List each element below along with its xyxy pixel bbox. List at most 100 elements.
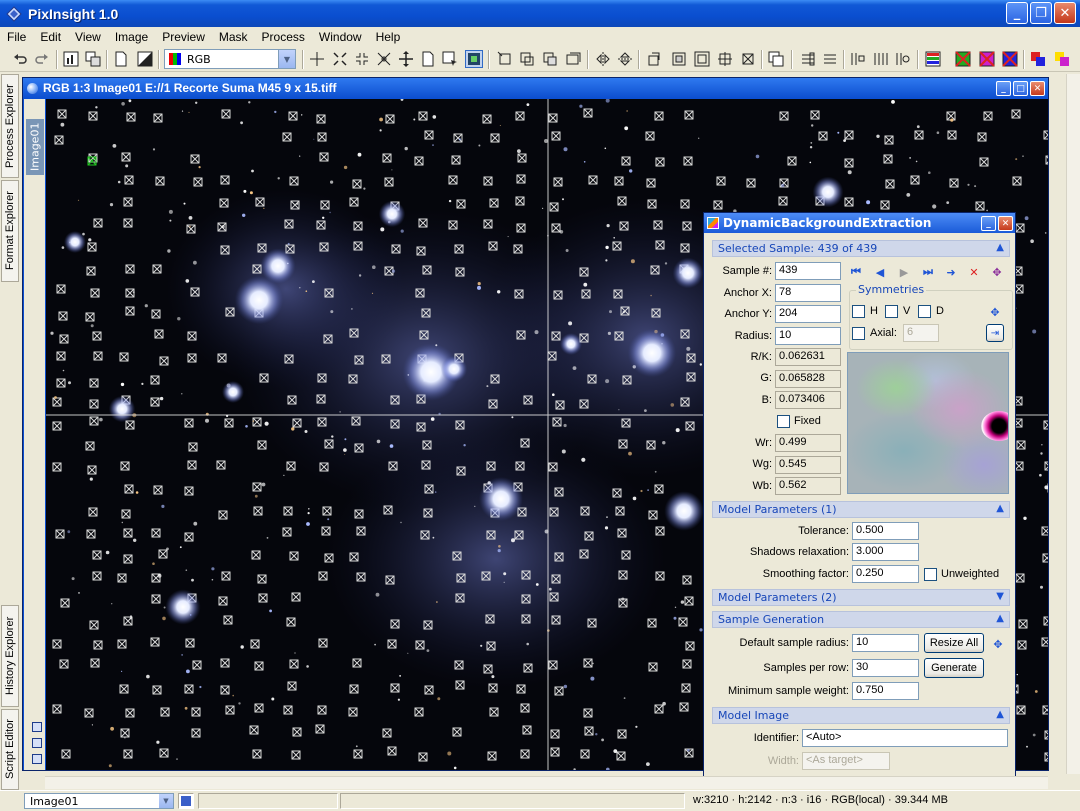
- first-sample-icon[interactable]: ⏮: [849, 265, 863, 279]
- radius-field[interactable]: 10: [775, 327, 841, 345]
- mirror-vertical-icon[interactable]: [617, 51, 633, 67]
- color-tool-4-icon[interactable]: [1030, 51, 1046, 67]
- sym-v-checkbox[interactable]: [885, 305, 898, 318]
- mask-visibility-icon[interactable]: [32, 722, 42, 732]
- resize-samples-icon[interactable]: ✥: [991, 637, 1005, 651]
- default-sample-radius-field[interactable]: 10: [852, 634, 919, 652]
- resize-all-button[interactable]: Resize All: [924, 633, 984, 653]
- color-tool-2-icon[interactable]: [979, 51, 995, 67]
- generate-button[interactable]: Generate: [924, 658, 984, 678]
- color-tool-3-icon[interactable]: [1002, 51, 1018, 67]
- geometry-tool-3-icon[interactable]: [542, 51, 558, 67]
- menu-process[interactable]: Process: [255, 30, 312, 44]
- duplicate-icon[interactable]: [768, 51, 784, 67]
- menu-window[interactable]: Window: [312, 30, 369, 44]
- menu-help[interactable]: Help: [369, 30, 408, 44]
- maximize-button[interactable]: ❐: [1030, 2, 1052, 24]
- smoothing-factor-field[interactable]: 0.250: [852, 565, 919, 583]
- select-icon[interactable]: [442, 51, 458, 67]
- anchor-y-field[interactable]: 204: [775, 305, 841, 323]
- sym-d-checkbox[interactable]: [918, 305, 931, 318]
- geometry-tool-1-icon[interactable]: [497, 51, 513, 67]
- redo-icon[interactable]: [34, 51, 50, 67]
- pan-icon[interactable]: [398, 51, 414, 67]
- tab-image01[interactable]: Image01: [26, 119, 44, 175]
- section-sample-generation[interactable]: Sample Generation ▲: [712, 611, 1010, 628]
- new-preview-icon[interactable]: [420, 51, 436, 67]
- channel-extract-icon[interactable]: [800, 51, 816, 67]
- axial-checkbox[interactable]: [852, 327, 865, 340]
- zoom-in-icon[interactable]: [354, 51, 370, 67]
- tab-script-editor[interactable]: Script Editor: [1, 709, 19, 790]
- crosshair-icon[interactable]: [309, 51, 325, 67]
- dbe-close-button[interactable]: ✕: [998, 216, 1013, 231]
- vertical-scrollbar[interactable]: [1066, 74, 1080, 774]
- menu-preview[interactable]: Preview: [155, 30, 212, 44]
- menu-view[interactable]: View: [68, 30, 108, 44]
- color-tool-5-icon[interactable]: [1054, 51, 1070, 67]
- minimize-button[interactable]: _: [1006, 2, 1028, 24]
- section-selected-sample[interactable]: Selected Sample: 439 of 439 ▲: [712, 240, 1010, 257]
- previous-sample-icon[interactable]: ◀: [873, 265, 887, 279]
- menu-image[interactable]: Image: [108, 30, 155, 44]
- transform-icon[interactable]: [740, 51, 756, 67]
- zoom-out-icon[interactable]: [376, 51, 392, 67]
- axial-spinbox[interactable]: 6: [903, 324, 939, 342]
- rgb-channel-3-icon[interactable]: [895, 51, 911, 67]
- undo-icon[interactable]: [12, 51, 28, 67]
- tab-process-explorer[interactable]: Process Explorer: [1, 74, 19, 178]
- preview-list-icon[interactable]: [32, 738, 42, 748]
- view-selector[interactable]: Image01 ▼: [24, 793, 174, 809]
- last-sample-icon[interactable]: ⏭: [921, 265, 935, 279]
- tolerance-field[interactable]: 0.500: [852, 522, 919, 540]
- view-options-icon[interactable]: [32, 754, 42, 764]
- statistics-icon[interactable]: [63, 51, 79, 67]
- anchor-x-field[interactable]: 78: [775, 284, 841, 302]
- section-model-image[interactable]: Model Image ▲: [712, 707, 1010, 724]
- image-minimize-button[interactable]: _: [996, 81, 1011, 96]
- rgb-channel-2-icon[interactable]: [873, 51, 889, 67]
- color-tool-1-icon[interactable]: [955, 51, 971, 67]
- sym-h-checkbox[interactable]: [852, 305, 865, 318]
- dbe-minimize-button[interactable]: _: [981, 216, 996, 231]
- symmetry-apply-button[interactable]: ⇥: [986, 324, 1004, 342]
- symmetry-center-icon[interactable]: ✥: [988, 305, 1002, 319]
- menu-edit[interactable]: Edit: [33, 30, 68, 44]
- close-button[interactable]: ✕: [1054, 2, 1076, 24]
- rotate-icon[interactable]: [646, 51, 662, 67]
- new-document-icon[interactable]: [113, 51, 129, 67]
- mirror-horizontal-icon[interactable]: [595, 51, 611, 67]
- section-model-parameters-1[interactable]: Model Parameters (1) ▲: [712, 501, 1010, 518]
- histogram-icon[interactable]: [925, 51, 941, 67]
- minimum-sample-weight-field[interactable]: 0.750: [852, 682, 919, 700]
- section-model-parameters-2[interactable]: Model Parameters (2) ▼: [712, 589, 1010, 606]
- tab-format-explorer[interactable]: Format Explorer: [1, 180, 19, 282]
- rgb-channel-1-icon[interactable]: [850, 51, 866, 67]
- menu-file[interactable]: File: [0, 30, 33, 44]
- delete-sample-icon[interactable]: ✕: [967, 265, 981, 279]
- crop-icon[interactable]: [671, 51, 687, 67]
- sample-no-field[interactable]: 439: [775, 262, 841, 280]
- samples-per-row-field[interactable]: 30: [852, 659, 919, 677]
- locate-sample-icon[interactable]: ✥: [990, 265, 1004, 279]
- shadows-relaxation-field[interactable]: 3.000: [852, 543, 919, 561]
- fixed-checkbox[interactable]: [777, 415, 790, 428]
- image-maximize-button[interactable]: □: [1013, 81, 1028, 96]
- geometry-tool-4-icon[interactable]: [565, 51, 581, 67]
- mask-icon[interactable]: [465, 50, 483, 68]
- horizontal-scrollbar[interactable]: [45, 776, 1048, 789]
- resample-icon[interactable]: [694, 51, 710, 67]
- channel-combine-icon[interactable]: [822, 51, 838, 67]
- menu-mask[interactable]: Mask: [212, 30, 255, 44]
- invert-icon[interactable]: [137, 51, 153, 67]
- image-close-button[interactable]: ✕: [1030, 81, 1045, 96]
- geometry-tool-2-icon[interactable]: [519, 51, 535, 67]
- tab-history-explorer[interactable]: History Explorer: [1, 605, 19, 707]
- view-info-icon[interactable]: [178, 793, 194, 809]
- zoom-fit-icon[interactable]: [332, 51, 348, 67]
- colorspace-select[interactable]: RGB ▼: [164, 49, 296, 69]
- identifier-field[interactable]: <Auto>: [802, 729, 1008, 747]
- width-select[interactable]: <As target>: [802, 752, 890, 770]
- register-icon[interactable]: [717, 51, 733, 67]
- clone-icon[interactable]: [85, 51, 101, 67]
